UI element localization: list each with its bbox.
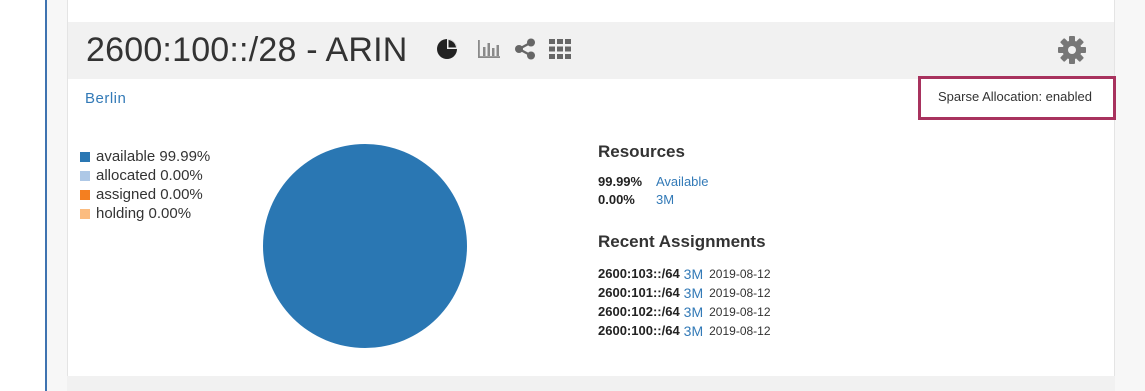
assignment-org-link[interactable]: 3M <box>684 304 703 320</box>
resource-link-available[interactable]: Available <box>656 174 709 189</box>
sparse-allocation-status: Sparse Allocation: enabled <box>938 89 1092 104</box>
legend-swatch <box>80 189 90 200</box>
assignment-org-link[interactable]: 3M <box>684 266 703 282</box>
assignment-date: 2019-08-12 <box>709 304 771 319</box>
assignment-prefix: 2600:103::/64 <box>598 266 680 281</box>
legend-label: allocated 0.00% <box>96 167 203 184</box>
legend-label: holding 0.00% <box>96 205 192 222</box>
recent-assignments-section: Recent Assignments 2600:103::/64 3M 2019… <box>598 232 771 340</box>
allocation-pie-chart <box>262 143 468 354</box>
resource-percent: 99.99% <box>598 173 643 189</box>
resource-percent: 0.00% <box>598 191 635 207</box>
panel-title: 2600:100::/28 - ARIN <box>86 31 408 69</box>
legend-item-assigned: assigned 0.00% <box>80 185 210 204</box>
legend-swatch <box>80 151 90 162</box>
assignment-row: 2600:103::/64 3M 2019-08-12 <box>598 264 771 283</box>
pie-chart-icon[interactable] <box>436 38 458 65</box>
grid-icon[interactable] <box>549 39 571 64</box>
chart-legend: available 99.99% allocated 0.00% assigne… <box>80 147 210 223</box>
resources-section: Resources 99.99% Available 0.00% 3M <box>598 142 709 208</box>
assignment-prefix: 2600:102::/64 <box>598 304 680 319</box>
resource-link-3m[interactable]: 3M <box>656 192 674 207</box>
legend-item-available: available 99.99% <box>80 147 210 166</box>
assignment-row: 2600:102::/64 3M 2019-08-12 <box>598 302 771 321</box>
assignment-row: 2600:100::/64 3M 2019-08-12 <box>598 321 771 340</box>
pie-chart-svg <box>263 144 467 348</box>
assignment-prefix: 2600:101::/64 <box>598 285 680 300</box>
resources-title: Resources <box>598 142 685 161</box>
next-panel-header <box>67 376 1115 391</box>
legend-swatch <box>80 208 90 219</box>
legend-item-allocated: allocated 0.00% <box>80 166 210 185</box>
assignment-row: 2600:101::/64 3M 2019-08-12 <box>598 283 771 302</box>
assignment-org-link[interactable]: 3M <box>684 323 703 339</box>
assignment-date: 2019-08-12 <box>709 285 771 300</box>
legend-item-holding: holding 0.00% <box>80 204 210 223</box>
assignment-date: 2019-08-12 <box>709 323 771 338</box>
assignment-org-link[interactable]: 3M <box>684 285 703 301</box>
left-nav-border <box>0 0 47 391</box>
assignment-date: 2019-08-12 <box>709 266 771 281</box>
share-icon[interactable] <box>514 38 536 65</box>
panel-header: 2600:100::/28 - ARIN <box>68 22 1114 79</box>
gear-icon[interactable] <box>1058 36 1086 69</box>
bar-chart-icon[interactable] <box>477 39 501 64</box>
location-link[interactable]: Berlin <box>85 90 126 107</box>
legend-label: assigned 0.00% <box>96 186 203 203</box>
content-area: 2600:100::/28 - ARIN Berlin Sparse Alloc… <box>47 0 1145 391</box>
resource-row-available: 99.99% Available <box>598 172 709 190</box>
legend-label: available 99.99% <box>96 148 211 165</box>
recent-assignments-title: Recent Assignments <box>598 232 766 251</box>
resource-row-3m: 0.00% 3M <box>598 190 709 208</box>
prefix-panel: 2600:100::/28 - ARIN Berlin Sparse Alloc… <box>67 0 1116 376</box>
legend-swatch <box>80 170 90 181</box>
assignment-prefix: 2600:100::/64 <box>598 323 680 338</box>
